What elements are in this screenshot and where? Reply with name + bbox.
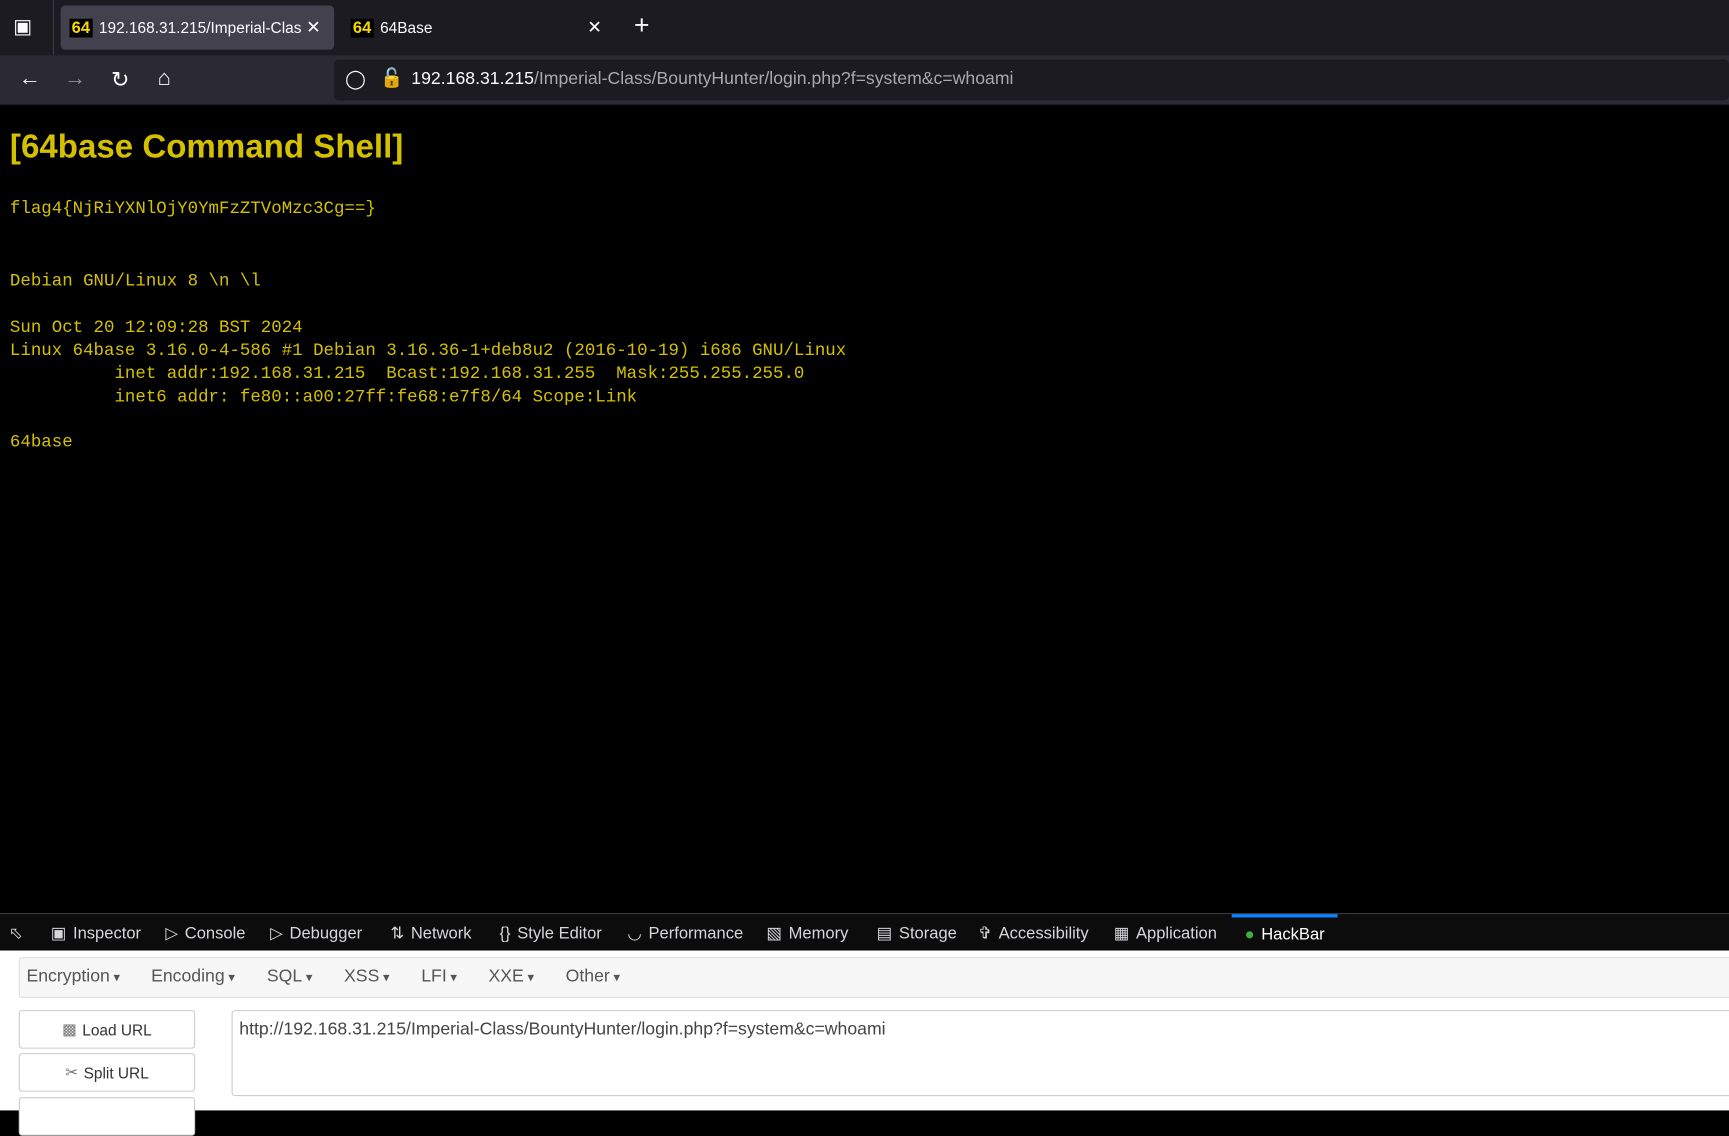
load-url-button[interactable]: ▩ Load URL xyxy=(18,1010,196,1049)
inet6-line: inet6 addr: fe80::a00:27ff:fe68:e7f8/64 … xyxy=(9,387,638,407)
tab-hackbar[interactable]: ● HackBar xyxy=(1231,914,1338,951)
page-title: [64base Command Shell] xyxy=(9,129,404,166)
close-tab-icon[interactable]: ✕ xyxy=(587,17,602,39)
issue-line: Debian GNU/Linux 8 \n \l xyxy=(9,271,261,292)
tab-console[interactable]: ▷ Console xyxy=(165,914,245,951)
tab-label: Accessibility xyxy=(998,923,1089,943)
url-host: 192.168.31.215 xyxy=(411,69,534,89)
scissors-icon: ✂ xyxy=(65,1063,79,1081)
tab-performance[interactable]: ◡ Performance xyxy=(627,914,743,951)
tab-title: 192.168.31.215/Imperial-Clas xyxy=(98,18,302,37)
url-input[interactable]: http://192.168.31.215/Imperial-Class/Bou… xyxy=(231,1010,1729,1097)
tab-label: Application xyxy=(1135,923,1217,943)
split-url-button[interactable]: ✂ Split URL xyxy=(18,1053,196,1092)
console-icon: ▷ xyxy=(165,924,179,943)
home-icon[interactable]: ⌂ xyxy=(150,66,179,91)
execute-button[interactable] xyxy=(18,1097,196,1136)
debugger-icon: ▷ xyxy=(270,924,283,943)
menu-sql[interactable]: SQL xyxy=(267,967,313,987)
menu-encoding[interactable]: Encoding xyxy=(151,967,235,987)
inet-line: inet addr:192.168.31.215 Bcast:192.168.3… xyxy=(9,363,805,384)
tab-bar: ▣ 64 192.168.31.215/Imperial-Clas ✕ 64 6… xyxy=(0,0,1729,56)
gauge-icon: ◡ xyxy=(627,924,642,943)
button-label: Split URL xyxy=(83,1063,149,1082)
tab-label: HackBar xyxy=(1261,925,1325,944)
menu-xxe[interactable]: XXE xyxy=(488,967,534,987)
load-icon: ▩ xyxy=(62,1019,77,1038)
tab-label: Inspector xyxy=(72,923,142,943)
flag-text: flag4{NjRiYXNlOjY0YmFzZTVoMzc3Cg==} xyxy=(9,198,376,219)
hackbar-menubar: Encryption Encoding SQL XSS LFI XXE Othe… xyxy=(18,957,1729,998)
tab-label: Network xyxy=(410,923,472,943)
shield-icon[interactable]: ◯ xyxy=(345,68,366,90)
braces-icon: {} xyxy=(499,923,511,943)
address-bar[interactable]: ◯ 🔓 192.168.31.215/Imperial-Class/Bounty… xyxy=(334,59,1729,101)
tab-accessibility[interactable]: ✞ Accessibility xyxy=(978,914,1089,951)
tab-label: Performance xyxy=(648,923,744,943)
url-path: /Imperial-Class/BountyHunter/login.php?f… xyxy=(533,69,1014,89)
tab-debugger[interactable]: ▷ Debugger xyxy=(270,914,362,951)
tab-label: Console xyxy=(184,923,246,943)
tab-64base[interactable]: 64 64Base ✕ xyxy=(342,6,615,50)
tab-active[interactable]: 64 192.168.31.215/Imperial-Clas ✕ xyxy=(60,5,335,50)
grid-icon: ▦ xyxy=(1113,924,1130,943)
element-picker-icon[interactable]: ⬁ xyxy=(9,914,29,951)
menu-other[interactable]: Other xyxy=(566,967,620,987)
storage-icon: ▤ xyxy=(876,924,893,943)
inspector-icon: ▣ xyxy=(50,924,67,943)
accessibility-icon: ✞ xyxy=(978,924,992,943)
menu-lfi[interactable]: LFI xyxy=(421,967,457,987)
menu-encryption[interactable]: Encryption xyxy=(26,967,120,987)
tab-style-editor[interactable]: {} Style Editor xyxy=(500,914,602,951)
insecure-lock-icon[interactable]: 🔓 xyxy=(380,67,403,89)
tab-label: Style Editor xyxy=(517,923,602,943)
date-line: Sun Oct 20 12:09:28 BST 2024 xyxy=(9,317,303,338)
tab-network[interactable]: ⇅ Network xyxy=(390,914,471,951)
menu-xss[interactable]: XSS xyxy=(344,967,390,987)
tab-storage[interactable]: ▤ Storage xyxy=(877,914,957,951)
close-tab-icon[interactable]: ✕ xyxy=(306,17,321,39)
tab-title: 64Base xyxy=(380,18,433,37)
tab-favicon: 64 xyxy=(69,18,93,37)
whoami-line: 64base xyxy=(9,432,73,453)
back-icon[interactable]: ← xyxy=(15,66,44,91)
tab-inspector[interactable]: ▣ Inspector xyxy=(51,914,141,951)
network-icon: ⇅ xyxy=(390,924,405,943)
hackbar-icon: ● xyxy=(1244,925,1255,944)
uname-line: Linux 64base 3.16.0-4-586 #1 Debian 3.16… xyxy=(9,340,847,361)
tab-memory[interactable]: ▧ Memory xyxy=(766,914,848,951)
reload-icon[interactable]: ↻ xyxy=(106,66,135,94)
button-label: Load URL xyxy=(82,1020,152,1039)
tab-label: Storage xyxy=(898,923,957,943)
page-content: [64base Command Shell] flag4{NjRiYXNlOjY… xyxy=(0,104,1729,914)
forward-icon[interactable]: → xyxy=(61,66,90,91)
new-tab-button[interactable]: + xyxy=(634,11,649,42)
devtools-tabbar: ⬁ ▣ Inspector ▷ Console ▷ Debugger ⇅ Network… xyxy=(0,913,1729,952)
tab-label: Debugger xyxy=(289,923,363,943)
memory-icon: ▧ xyxy=(766,924,783,943)
tab-label: Memory xyxy=(788,923,849,943)
divider xyxy=(52,0,55,56)
hackbar-panel: Encryption Encoding SQL XSS LFI XXE Othe… xyxy=(0,950,1729,1136)
tab-application[interactable]: ▦ Application xyxy=(1114,914,1217,951)
tab-overview-icon[interactable]: ▣ xyxy=(13,15,32,38)
url-text[interactable]: 192.168.31.215/Imperial-Class/BountyHunt… xyxy=(411,69,1013,89)
tab-favicon: 64 xyxy=(350,18,374,37)
